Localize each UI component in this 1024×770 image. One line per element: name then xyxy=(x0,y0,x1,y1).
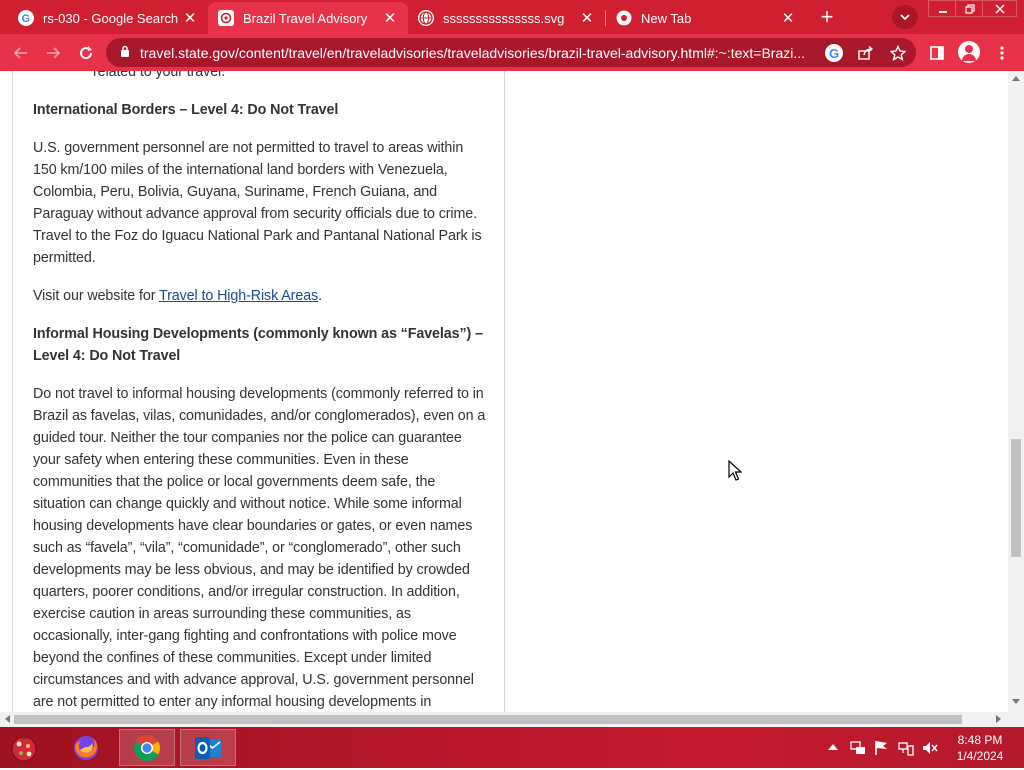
tab-title: sssssssssssssss.svg xyxy=(443,10,565,26)
tab-search-button[interactable] xyxy=(892,5,918,29)
link-travel-high-risk-areas[interactable]: Travel to High-Risk Areas xyxy=(159,288,318,304)
paragraph-favelas: Do not travel to informal housing develo… xyxy=(33,386,486,710)
tab-new-tab[interactable]: New Tab ✕ xyxy=(606,2,806,34)
visit-suffix: . xyxy=(318,288,322,304)
tray-volume-muted-icon[interactable] xyxy=(922,740,938,759)
share-icon[interactable] xyxy=(855,42,877,64)
restore-button[interactable] xyxy=(955,0,984,17)
heading-favelas: Informal Housing Developments (commonly … xyxy=(33,326,483,364)
tab-google-search[interactable]: G rs-030 - Google Search ✕ xyxy=(8,2,208,34)
scroll-up-arrow-icon[interactable] xyxy=(1012,75,1020,83)
close-icon[interactable]: ✕ xyxy=(579,10,595,27)
list-item-fragment: related to your travel. xyxy=(93,71,225,80)
new-tab-button[interactable]: + xyxy=(814,4,840,29)
google-lens-icon[interactable]: G xyxy=(825,44,843,62)
chevron-down-icon xyxy=(900,14,910,21)
chrome-icon xyxy=(133,734,161,761)
profile-avatar[interactable] xyxy=(958,41,980,63)
mouse-cursor-icon xyxy=(728,460,742,481)
forward-button[interactable] xyxy=(40,40,66,66)
scroll-down-arrow-icon[interactable] xyxy=(1012,699,1020,707)
taskbar-chrome[interactable] xyxy=(119,729,175,766)
system-clock[interactable]: 8:48 PM 1/4/2024 xyxy=(950,732,1010,764)
tab-svg-file[interactable]: sssssssssssssss.svg ✕ xyxy=(408,2,605,34)
minimize-button[interactable] xyxy=(928,0,957,17)
horizontal-scroll-thumb[interactable] xyxy=(14,715,962,724)
arrow-right-icon xyxy=(47,47,61,59)
restore-icon xyxy=(964,3,975,14)
minimize-icon xyxy=(938,10,947,13)
google-icon: G xyxy=(18,10,34,26)
horizontal-scrollbar[interactable] xyxy=(0,712,1008,727)
tab-title: rs-030 - Google Search xyxy=(43,10,179,26)
tray-network-icon[interactable] xyxy=(898,740,914,759)
paragraph-international-borders: U.S. government personnel are not permit… xyxy=(33,140,482,266)
address-bar[interactable]: travel.state.gov/content/travel/en/trave… xyxy=(106,38,916,67)
scrollbar-corner xyxy=(1008,712,1024,727)
windows-taskbar: 8:48 PM 1/4/2024 xyxy=(0,727,1024,768)
visit-prefix: Visit our website for xyxy=(33,288,160,304)
tray-show-hidden-icon[interactable] xyxy=(828,739,838,754)
close-icon[interactable]: ✕ xyxy=(780,10,796,27)
back-button[interactable] xyxy=(8,40,34,66)
state-dept-icon xyxy=(218,10,234,26)
tab-title: New Tab xyxy=(641,10,692,26)
window-close-button[interactable] xyxy=(982,0,1017,17)
scroll-left-arrow-icon[interactable] xyxy=(4,715,10,725)
firefox-icon xyxy=(74,735,98,760)
advisory-article: related to your travel. International Bo… xyxy=(33,71,488,712)
close-icon[interactable]: ✕ xyxy=(182,10,198,27)
start-button[interactable] xyxy=(4,731,44,765)
start-orb-icon xyxy=(11,735,37,762)
outlook-icon xyxy=(195,736,221,759)
url-text[interactable]: travel.state.gov/content/travel/en/trave… xyxy=(140,45,810,61)
bookmark-star-icon[interactable] xyxy=(887,42,909,64)
chrome-icon xyxy=(616,10,632,26)
reload-icon xyxy=(80,46,93,60)
tab-strip: G rs-030 - Google Search ✕ Brazil Travel… xyxy=(0,0,1024,34)
clock-time: 8:48 PM xyxy=(957,733,1003,747)
vertical-scrollbar[interactable] xyxy=(1008,71,1024,712)
page-viewport: related to your travel. International Bo… xyxy=(0,71,1008,712)
arrow-left-icon xyxy=(13,47,27,59)
reload-button[interactable] xyxy=(73,40,99,66)
menu-kebab-icon[interactable] xyxy=(991,42,1013,64)
tray-network-manager-icon[interactable] xyxy=(850,740,866,759)
tab-title: Brazil Travel Advisory xyxy=(243,10,368,26)
taskbar-firefox[interactable] xyxy=(58,729,114,766)
scroll-right-arrow-icon[interactable] xyxy=(996,715,1002,725)
tab-brazil-travel-advisory[interactable]: Brazil Travel Advisory ✕ xyxy=(208,2,408,34)
heading-international-borders: International Borders – Level 4: Do Not … xyxy=(33,102,339,118)
globe-icon xyxy=(418,10,434,26)
close-icon[interactable]: ✕ xyxy=(382,10,398,27)
svg-text:G: G xyxy=(22,13,31,24)
paragraph-visit-website: Visit our website for Travel to High-Ris… xyxy=(33,285,488,307)
clock-date: 1/4/2024 xyxy=(956,749,1004,763)
lock-icon xyxy=(120,45,130,60)
side-panel-icon[interactable] xyxy=(926,42,948,64)
vertical-scroll-thumb[interactable] xyxy=(1011,439,1021,557)
article-column: related to your travel. International Bo… xyxy=(12,71,505,712)
taskbar-outlook[interactable] xyxy=(180,729,236,766)
close-icon xyxy=(994,3,1005,14)
browser-toolbar: travel.state.gov/content/travel/en/trave… xyxy=(0,34,1024,71)
tray-flag-icon[interactable] xyxy=(874,740,888,759)
